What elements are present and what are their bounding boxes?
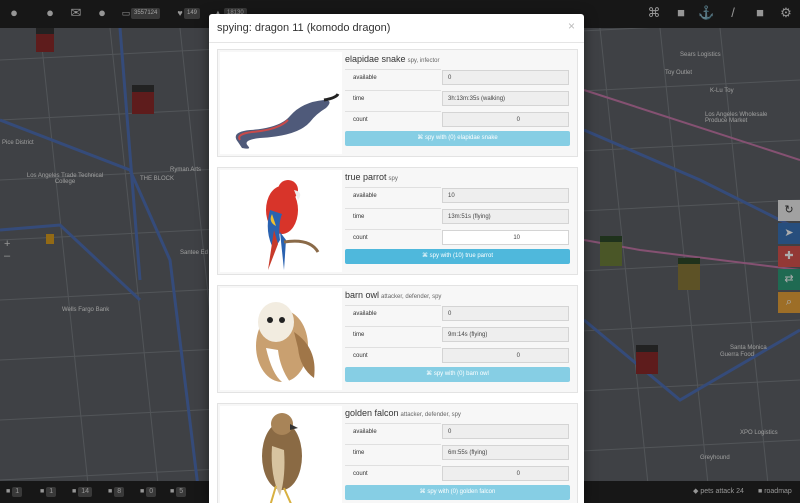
count-input: 0 [442,348,569,363]
spy-animal-list: elapidae snake spy, infector available 0 … [217,49,578,503]
animal-tags: attacker, defender, spy [381,294,442,300]
animal-name: elapidae snake spy, infector [345,54,440,64]
modal-title: spying: dragon 11 (komodo dragon) [217,22,391,34]
animal-tags: attacker, defender, spy [400,412,461,418]
animal-name: true parrot spy [345,172,398,182]
true-parrot-image [220,170,342,272]
time-label: time [345,326,441,343]
time-label: time [345,444,441,461]
time-value: 3h:13m:35s (walking) [442,91,569,106]
spy-button: ⌘ spy with (0) barn owl [345,367,570,382]
available-value: 0 [442,70,569,85]
close-button[interactable]: × [568,19,575,33]
available-label: available [345,69,441,86]
available-label: available [345,187,441,204]
available-label: available [345,423,441,440]
animal-tags: spy, infector [407,58,440,64]
spy-modal: spying: dragon 11 (komodo dragon) × elap… [209,14,584,503]
count-label: count [345,111,441,128]
golden-falcon-image [220,406,342,503]
animal-tags: spy [388,176,398,182]
barn-owl-image [220,288,342,390]
time-label: time [345,90,441,107]
time-label: time [345,208,441,225]
spy-button: ⌘ spy with (0) golden falcon [345,485,570,500]
elapidae-snake-image [220,52,342,154]
available-value: 0 [442,306,569,321]
available-value: 0 [442,424,569,439]
animal-name: barn owl attacker, defender, spy [345,290,442,300]
count-input: 0 [442,466,569,481]
time-value: 13m:51s (flying) [442,209,569,224]
spy-button: ⌘ spy with (0) elapidae snake [345,131,570,146]
time-value: 9m:14s (flying) [442,327,569,342]
spy-button[interactable]: ⌘ spy with (10) true parrot [345,249,570,264]
animal-card: golden falcon attacker, defender, spy ava… [217,403,578,503]
count-input: 0 [442,112,569,127]
available-label: available [345,305,441,322]
animal-card: true parrot spy available 10 time 13m:51s… [217,167,578,275]
animal-name: golden falcon attacker, defender, spy [345,408,461,418]
count-input[interactable]: 10 [442,230,569,245]
modal-header: spying: dragon 11 (komodo dragon) × [209,14,584,43]
time-value: 6m:55s (flying) [442,445,569,460]
available-value: 10 [442,188,569,203]
count-label: count [345,347,441,364]
animal-card: barn owl attacker, defender, spy availabl… [217,285,578,393]
count-label: count [345,465,441,482]
animal-card: elapidae snake spy, infector available 0 … [217,49,578,157]
count-label: count [345,229,441,246]
